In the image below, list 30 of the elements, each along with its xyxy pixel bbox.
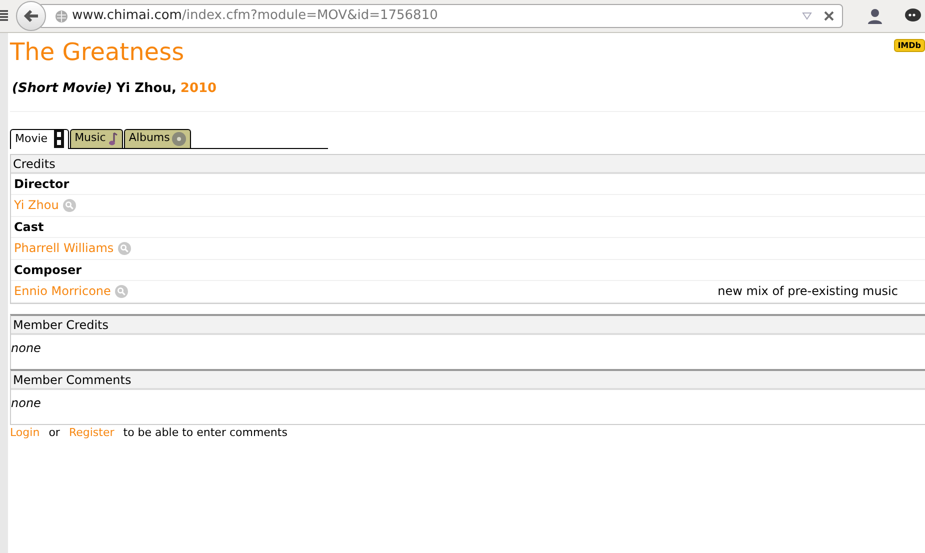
tab[interactable]: Movie [10, 128, 69, 148]
imdb-badge[interactable]: IMDb [894, 39, 925, 52]
film-strip-icon [54, 130, 64, 148]
section-header: Member Comments [11, 370, 925, 390]
section-body: none [11, 394, 41, 412]
movie-title: The Greatness [10, 37, 184, 67]
disc-icon [172, 132, 186, 146]
role-label: Cast [14, 218, 44, 236]
music-note-icon [108, 132, 118, 146]
credits-header: Credits [11, 154, 925, 174]
or-text: or [48, 424, 60, 440]
menu-icon[interactable] [0, 10, 8, 22]
comment-hint: to be able to enter comments [123, 424, 288, 440]
role-label: Composer [14, 262, 82, 279]
director-name: Yi Zhou, [116, 80, 176, 98]
chat-bubble-icon[interactable] [903, 8, 921, 24]
credit-note: new mix of pre-existing music [718, 283, 898, 300]
tab[interactable]: Music [70, 128, 123, 148]
section-header: Member Credits [11, 316, 925, 334]
close-icon[interactable] [824, 11, 834, 21]
section-body: none [11, 340, 41, 356]
back-arrow-icon [23, 9, 39, 23]
url-text: www.chimai.com/index.cfm?module=MOV&id=1756810 [72, 7, 439, 26]
user-icon[interactable] [867, 8, 883, 24]
movie-type: (Short Movie) [12, 80, 112, 98]
role-label: Director [14, 176, 70, 193]
back-button[interactable] [16, 1, 46, 31]
globe-icon [55, 10, 68, 22]
release-year: 2010 [180, 80, 217, 98]
tab[interactable]: Albums [124, 128, 191, 148]
